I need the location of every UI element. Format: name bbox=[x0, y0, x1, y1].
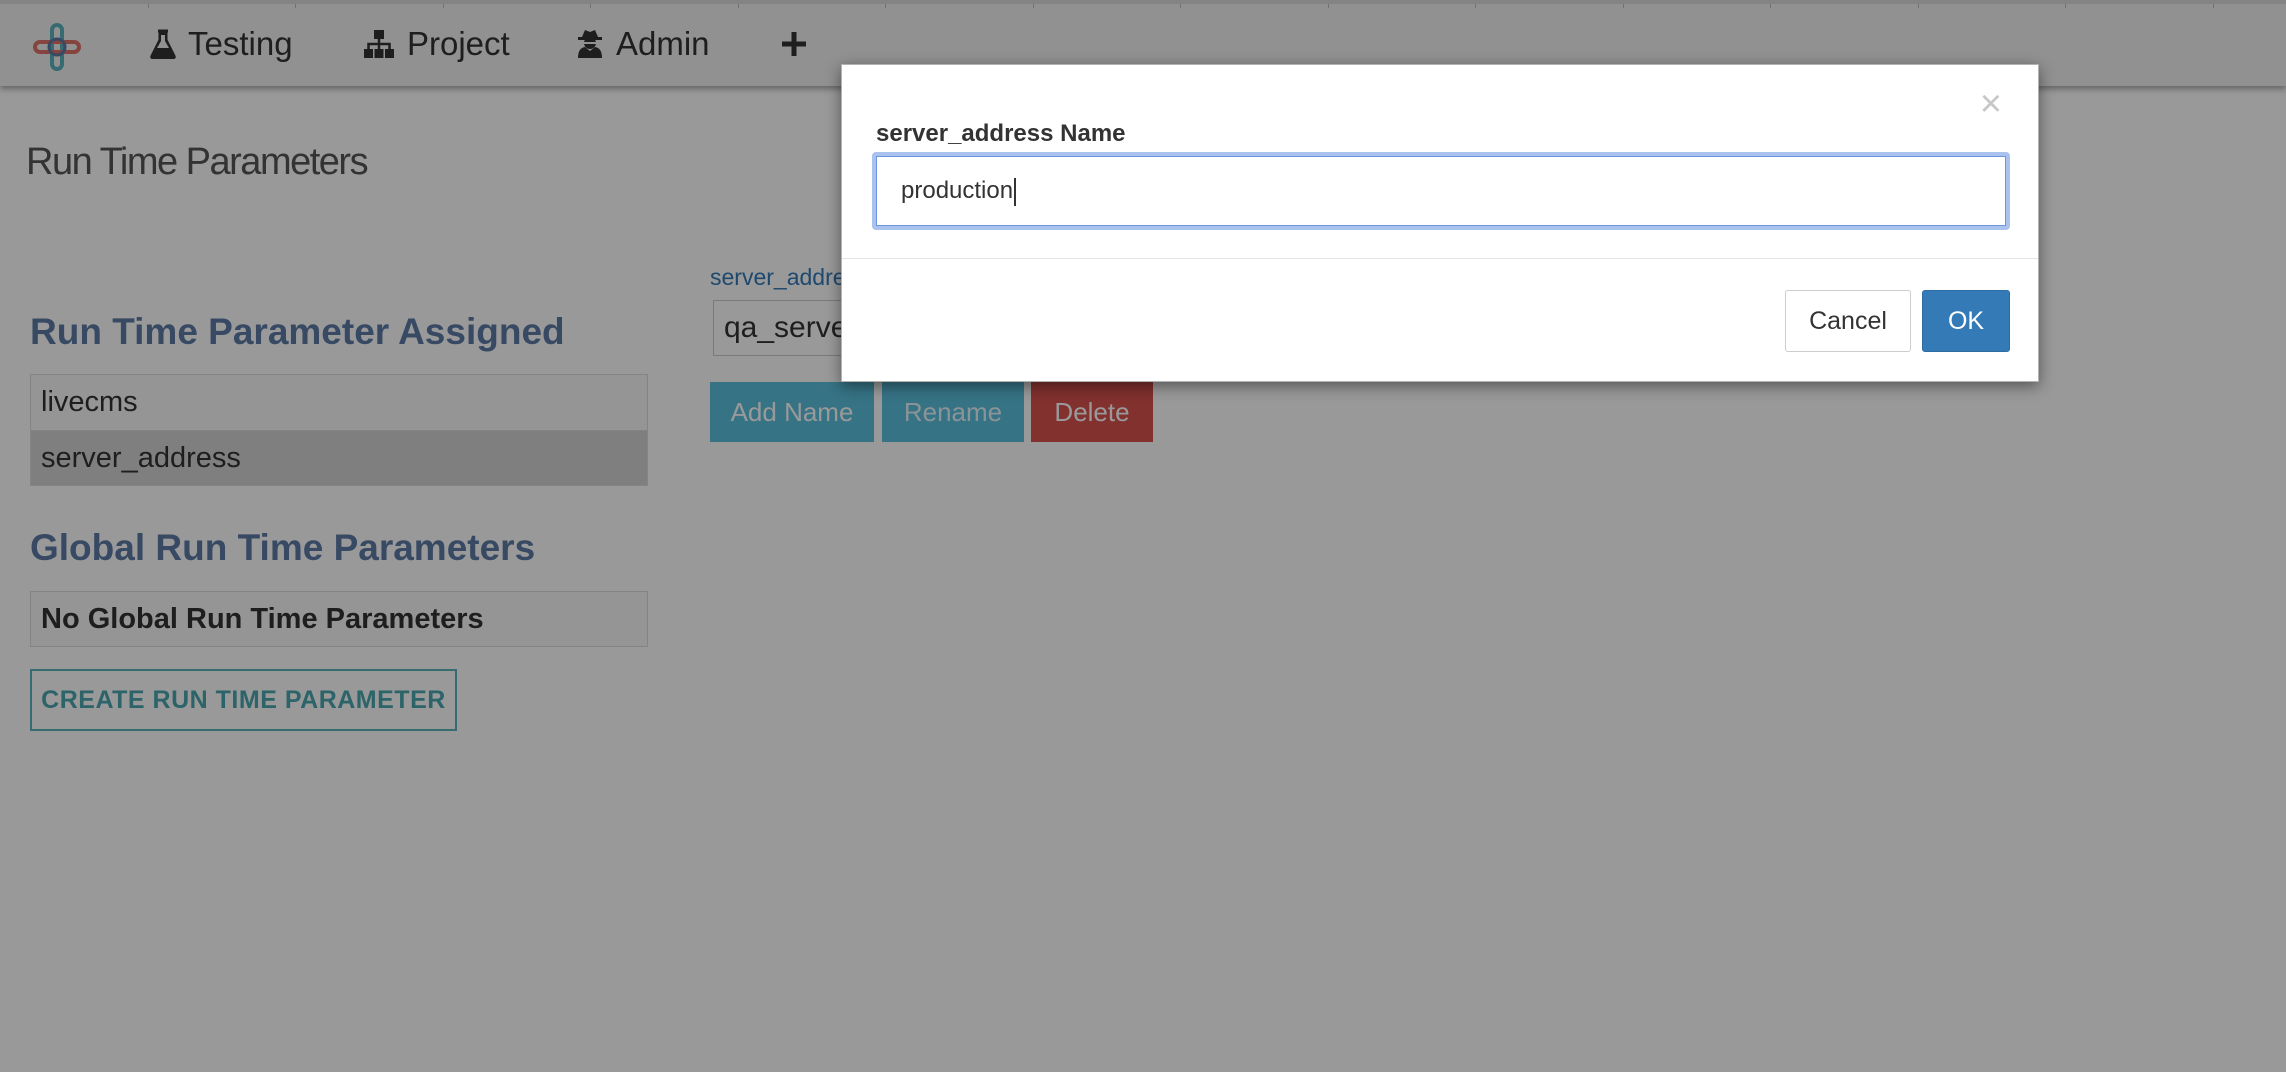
name-input[interactable]: production bbox=[872, 152, 2010, 230]
cancel-button[interactable]: Cancel bbox=[1785, 290, 1911, 352]
text-caret bbox=[1014, 177, 1017, 206]
close-icon[interactable]: × bbox=[1980, 85, 2002, 123]
name-input-value: production bbox=[901, 177, 1014, 204]
ok-button[interactable]: OK bbox=[1922, 290, 2010, 352]
rename-dialog: × server_address Name production Cancel … bbox=[841, 64, 2039, 382]
dialog-label: server_address Name bbox=[876, 120, 1126, 147]
dialog-divider bbox=[842, 258, 2038, 259]
